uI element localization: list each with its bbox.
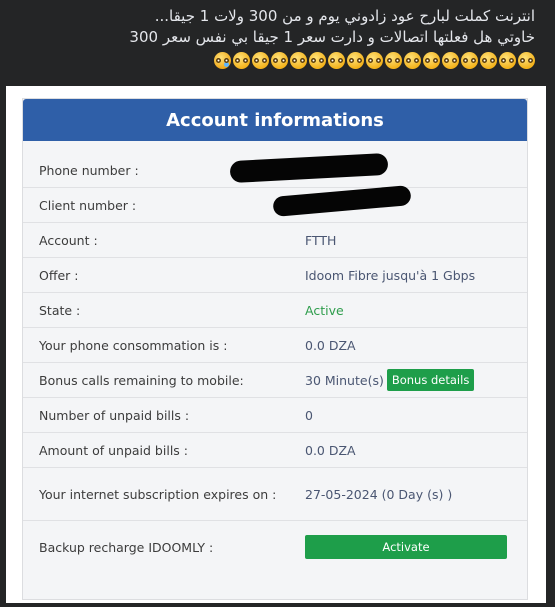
flushed-face-emoji	[499, 52, 516, 69]
flushed-face-emoji	[423, 52, 440, 69]
row-value: 27-05-2024 (0 Day (s) )	[305, 486, 453, 502]
row-state: State : Active	[23, 293, 527, 328]
flushed-face-emoji	[309, 52, 326, 69]
flushed-face-emoji	[252, 52, 269, 69]
flushed-face-emoji	[271, 52, 288, 69]
flushed-face-emoji	[480, 52, 497, 69]
flushed-face-emoji	[233, 52, 250, 69]
flushed-face-emoji	[366, 52, 383, 69]
row-bonus-calls: Bonus calls remaining to mobile: 30 Minu…	[23, 363, 527, 398]
row-consommation: Your phone consommation is : 0.0 DZA	[23, 328, 527, 363]
flushed-face-emoji	[518, 52, 535, 69]
row-unpaid-bills: Number of unpaid bills : 0	[23, 398, 527, 433]
activate-button[interactable]: Activate	[305, 535, 507, 559]
row-label: Amount of unpaid bills :	[39, 442, 188, 458]
row-label: Number of unpaid bills :	[39, 407, 190, 423]
row-label: Account :	[39, 232, 98, 248]
row-value: Idoom Fibre jusqu'à 1 Gbps	[305, 267, 476, 283]
row-value: 0.0 DZA	[305, 442, 356, 458]
row-value: 30 Minute(s)	[305, 372, 384, 388]
row-expiry: Your internet subscription expires on : …	[23, 468, 527, 521]
row-value: 0.0 DZA	[305, 337, 356, 353]
row-value-wrap: Activate	[305, 535, 507, 559]
row-label: Your phone consommation is :	[39, 337, 228, 353]
bonus-details-button[interactable]: Bonus details	[386, 369, 475, 391]
post-line-1: انترنت كملت لبارح عود زادوني يوم و من 30…	[154, 7, 535, 25]
row-label: Backup recharge IDOOMLY :	[39, 539, 214, 555]
row-account: Account : FTTH	[23, 223, 527, 258]
panel-title: Account informations	[23, 99, 527, 141]
row-label: Client number :	[39, 197, 137, 213]
flushed-face-emoji	[385, 52, 402, 69]
account-panel: Account informations Phone number : Clie…	[22, 98, 528, 600]
row-label: Your internet subscription expires on :	[39, 486, 277, 502]
status-badge: Active	[305, 302, 344, 318]
row-value-wrap: 30 Minute(s) Bonus details	[305, 369, 475, 391]
crying-face-emoji	[214, 52, 231, 69]
flushed-face-emoji	[328, 52, 345, 69]
flushed-face-emoji	[404, 52, 421, 69]
flushed-face-emoji	[461, 52, 478, 69]
flushed-face-emoji	[442, 52, 459, 69]
flushed-face-emoji	[347, 52, 364, 69]
row-label: Offer :	[39, 267, 79, 283]
row-unpaid-amount: Amount of unpaid bills : 0.0 DZA	[23, 433, 527, 468]
row-value: 0	[305, 407, 313, 423]
row-value: FTTH	[305, 232, 337, 248]
screenshot-card: Account informations Phone number : Clie…	[6, 86, 546, 603]
row-offer: Offer : Idoom Fibre jusqu'à 1 Gbps	[23, 258, 527, 293]
row-label: Bonus calls remaining to mobile:	[39, 372, 244, 388]
emoji-row	[12, 50, 535, 71]
post-text: انترنت كملت لبارح عود زادوني يوم و من 30…	[12, 6, 535, 71]
row-backup-recharge: Backup recharge IDOOMLY : Activate	[23, 521, 527, 573]
row-label: State :	[39, 302, 81, 318]
post-line-2: خاوتي هل فعلتها اتصالات و دارت سعر 1 جيق…	[129, 28, 535, 46]
flushed-face-emoji	[290, 52, 307, 69]
